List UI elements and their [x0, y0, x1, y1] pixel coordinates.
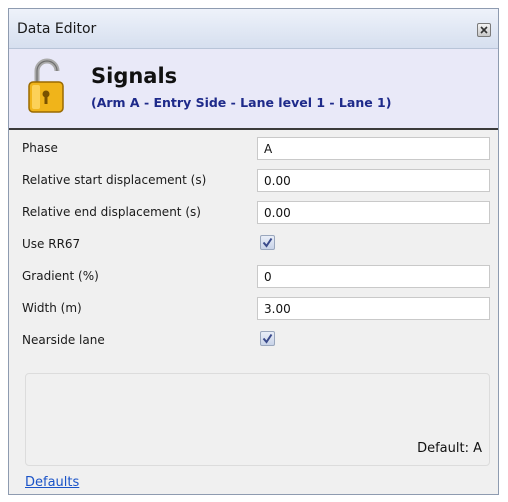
nearside-lane-checkbox[interactable] [260, 331, 275, 346]
default-value-text: Default: A [417, 441, 482, 456]
property-row-nearside-lane: Nearside lane [9, 324, 498, 356]
editor-header: Signals (Arm A - Entry Side - Lane level… [9, 49, 498, 130]
property-label: Phase [22, 141, 58, 155]
window-title: Data Editor [17, 21, 97, 37]
property-row-use-rr67: Use RR67 [9, 228, 498, 260]
use-rr67-checkbox[interactable] [260, 235, 275, 250]
checkmark-icon [262, 237, 273, 248]
property-label: Use RR67 [22, 237, 81, 251]
defaults-link[interactable]: Defaults [25, 475, 79, 490]
relative-end-input[interactable] [257, 201, 490, 224]
padlock-icon [28, 58, 64, 113]
property-row-width: Width (m) [9, 292, 498, 324]
property-label: Gradient (%) [22, 269, 99, 283]
phase-input[interactable] [257, 137, 490, 160]
property-row-relative-start: Relative start displacement (s) [9, 164, 498, 196]
checkmark-icon [262, 333, 273, 344]
close-icon [480, 26, 488, 34]
property-label: Width (m) [22, 301, 82, 315]
gradient-input[interactable] [257, 265, 490, 288]
width-input[interactable] [257, 297, 490, 320]
property-row-gradient: Gradient (%) [9, 260, 498, 292]
data-editor-panel: Data Editor Signals (Arm A - Entry Side … [8, 8, 499, 495]
property-label: Nearside lane [22, 333, 105, 347]
property-label: Relative end displacement (s) [22, 205, 201, 219]
close-button[interactable] [477, 23, 491, 37]
description-panel: Default: A [25, 373, 490, 466]
property-row-relative-end: Relative end displacement (s) [9, 196, 498, 228]
title-bar: Data Editor [9, 9, 498, 49]
header-title: Signals [91, 64, 178, 88]
relative-start-input[interactable] [257, 169, 490, 192]
property-label: Relative start displacement (s) [22, 173, 207, 187]
property-row-phase: Phase [9, 132, 498, 164]
header-subtitle: (Arm A - Entry Side - Lane level 1 - Lan… [91, 95, 392, 110]
